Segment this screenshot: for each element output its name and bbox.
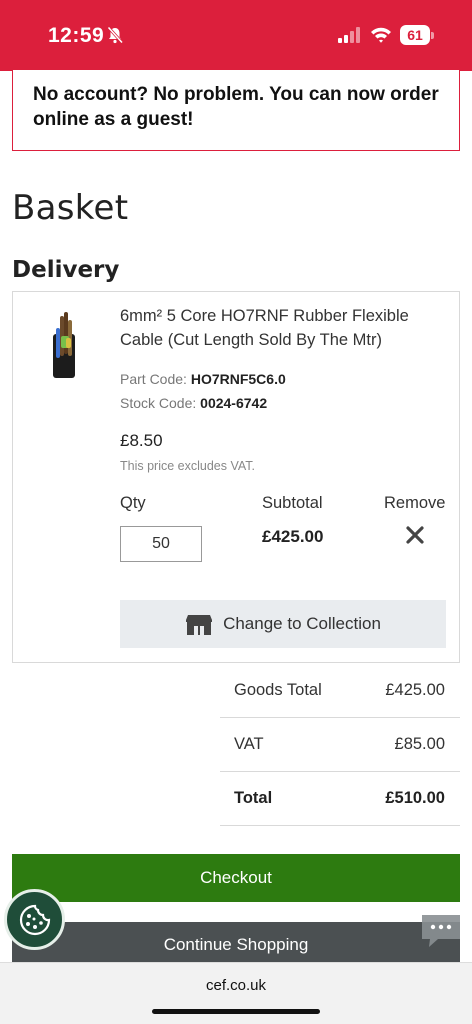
part-code-value: HO7RNF5C6.0 bbox=[190, 371, 286, 387]
subtotal-value: £425.00 bbox=[262, 527, 324, 546]
cookie-settings-button[interactable] bbox=[4, 889, 65, 950]
signal-icon bbox=[338, 27, 360, 43]
battery-tip bbox=[431, 32, 434, 39]
cookie-icon bbox=[19, 904, 50, 935]
continue-shopping-button[interactable]: Continue Shopping bbox=[12, 922, 460, 966]
remove-label: Remove bbox=[384, 494, 446, 512]
browser-address-bar[interactable]: cef.co.uk bbox=[0, 962, 472, 1024]
quantity-input[interactable] bbox=[120, 526, 202, 562]
part-code-label: Part Code: bbox=[120, 371, 191, 387]
order-totals: Goods Total £425.00 VAT £85.00 Total £51… bbox=[220, 664, 460, 826]
url-text[interactable]: cef.co.uk bbox=[0, 977, 472, 994]
change-to-collection-button[interactable]: Change to Collection bbox=[120, 600, 446, 648]
part-code: Part Code: HO7RNF5C6.0 bbox=[120, 371, 286, 387]
product-image bbox=[53, 312, 75, 378]
status-bar: 12:59 61 bbox=[0, 0, 472, 71]
vat-label: VAT bbox=[234, 735, 264, 753]
home-indicator[interactable] bbox=[152, 1009, 320, 1014]
page-title: Basket bbox=[12, 188, 129, 228]
status-time: 12:59 bbox=[48, 24, 105, 47]
qty-label: Qty bbox=[120, 494, 146, 512]
subtotal-label: Subtotal bbox=[262, 494, 323, 512]
total-value: £510.00 bbox=[385, 789, 445, 807]
vat-row: VAT £85.00 bbox=[220, 718, 460, 772]
guest-checkout-banner: No account? No problem. You can now orde… bbox=[12, 70, 460, 151]
delivery-section-title: Delivery bbox=[12, 257, 120, 283]
wifi-icon bbox=[371, 27, 391, 43]
close-icon[interactable] bbox=[405, 525, 425, 545]
product-name[interactable]: 6mm² 5 Core HO7RNF Rubber Flexible Cable… bbox=[120, 304, 440, 352]
stock-code: Stock Code: 0024-6742 bbox=[120, 395, 267, 411]
change-to-collection-label: Change to Collection bbox=[223, 614, 381, 633]
unit-price: £8.50 bbox=[120, 431, 163, 450]
battery-icon: 61 bbox=[400, 25, 430, 45]
goods-total-value: £425.00 bbox=[385, 681, 445, 699]
store-icon bbox=[186, 615, 213, 635]
vat-value: £85.00 bbox=[394, 735, 445, 753]
checkout-button[interactable]: Checkout bbox=[12, 854, 460, 902]
vat-note: This price excludes VAT. bbox=[120, 459, 256, 473]
stock-code-value: 0024-6742 bbox=[200, 395, 268, 411]
chat-icon[interactable] bbox=[420, 912, 462, 950]
stock-code-label: Stock Code: bbox=[120, 395, 201, 411]
basket-item-card: 6mm² 5 Core HO7RNF Rubber Flexible Cable… bbox=[12, 291, 460, 663]
goods-total-label: Goods Total bbox=[234, 681, 322, 699]
bell-off-icon bbox=[107, 26, 124, 44]
total-row: Total £510.00 bbox=[220, 772, 460, 826]
goods-total-row: Goods Total £425.00 bbox=[220, 664, 460, 718]
total-label: Total bbox=[234, 789, 273, 807]
